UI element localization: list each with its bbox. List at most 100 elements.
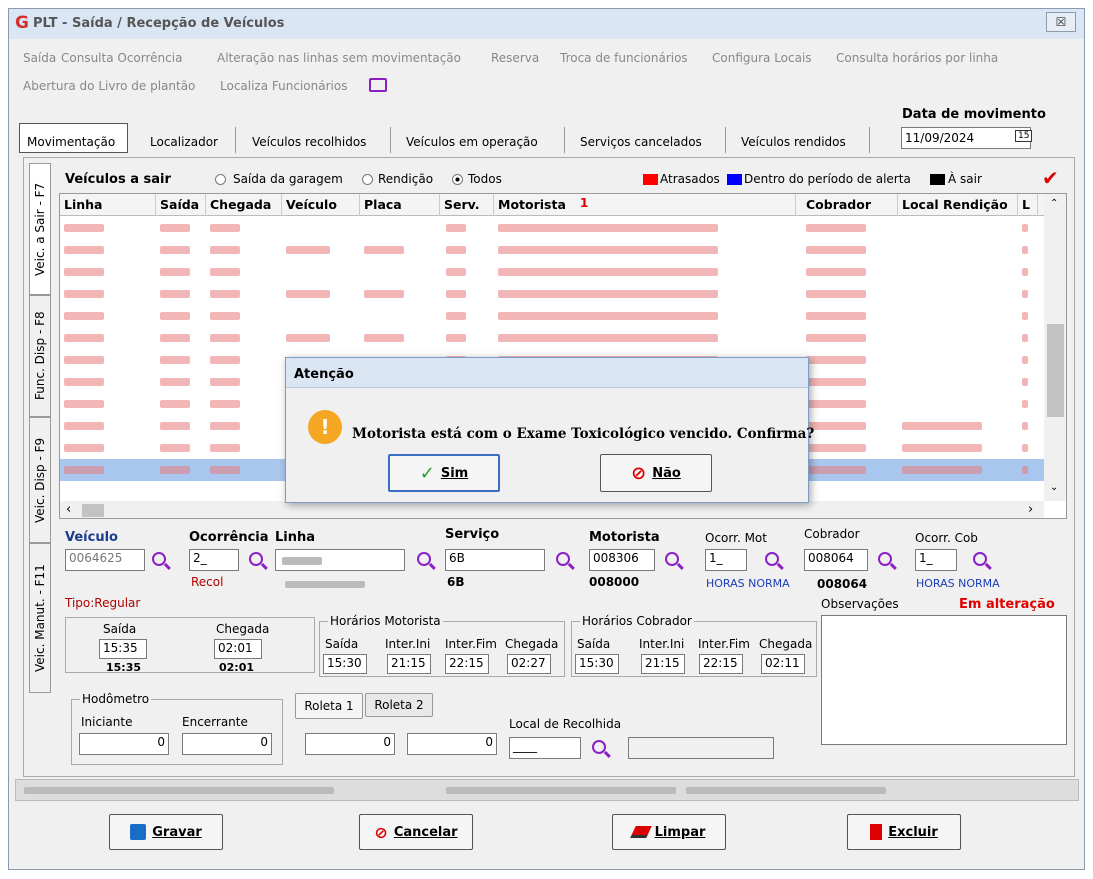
tab-servicos-cancelados[interactable]: Serviços cancelados	[580, 135, 702, 149]
ocorr-mot-search-icon[interactable]	[765, 552, 779, 566]
radio-todos[interactable]	[452, 174, 463, 185]
scroll-right-icon[interactable]: ›	[1028, 502, 1033, 517]
hm-fim-field[interactable]: 22:15	[445, 654, 489, 674]
side-tab-veic-sair[interactable]: Veic. a Sair - F7	[29, 163, 51, 295]
data-movimento-field[interactable]: 11/09/2024	[901, 127, 1031, 149]
veiculo-search-icon[interactable]	[152, 552, 166, 566]
radio-rendicao[interactable]	[362, 174, 373, 185]
side-tab-veic-manut[interactable]: Veic. Manut. - F11	[29, 543, 51, 693]
table-row[interactable]	[60, 217, 1066, 239]
radio-rendicao-label[interactable]: Rendição	[378, 172, 433, 186]
scroll-left-icon[interactable]: ‹	[66, 502, 71, 517]
tab-veiculos-operacao[interactable]: Veículos em operação	[406, 135, 538, 149]
menu-troca-funcionarios[interactable]: Troca de funcionários	[560, 51, 688, 65]
radio-todos-label[interactable]: Todos	[468, 172, 502, 186]
roleta1-button[interactable]: Roleta 1	[295, 693, 363, 719]
tab-veiculos-recolhidos[interactable]: Veículos recolhidos	[252, 135, 366, 149]
menu-alteracao-linhas[interactable]: Alteração nas linhas sem movimentação	[217, 51, 461, 65]
cancelar-button[interactable]: ⊘ Cancelar	[359, 814, 473, 850]
scroll-thumb[interactable]	[1047, 324, 1064, 417]
table-row[interactable]	[60, 239, 1066, 261]
hc-saida-field[interactable]: 15:30	[575, 654, 619, 674]
col-cobrador[interactable]: Cobrador	[802, 194, 898, 216]
table-row[interactable]	[60, 283, 1066, 305]
side-tab-func-disp-label: Func. Disp - F8	[33, 311, 47, 401]
tab-localizador[interactable]: Localizador	[150, 135, 218, 149]
ocorrencia-search-icon[interactable]	[249, 552, 263, 566]
motorista-search-icon[interactable]	[665, 552, 679, 566]
saida-field[interactable]: 15:35	[99, 639, 147, 659]
linha-search-icon[interactable]	[417, 552, 431, 566]
limpar-button[interactable]: Limpar	[612, 814, 726, 850]
roleta1-field[interactable]: 0	[305, 733, 395, 755]
gravar-button[interactable]: Gravar	[109, 814, 223, 850]
hscroll-thumb[interactable]	[82, 504, 104, 517]
col-placa[interactable]: Placa	[360, 194, 440, 216]
motorista-field[interactable]: 008306	[589, 549, 655, 571]
hm-saida-field[interactable]: 15:30	[323, 654, 367, 674]
redacted-cell	[64, 466, 104, 474]
col-motorista[interactable]: Motorista	[494, 194, 796, 216]
redacted-cell	[902, 444, 982, 452]
menu-consulta-ocorrencia[interactable]: Consulta Ocorrência	[61, 51, 182, 65]
sim-button[interactable]: ✓ Sim	[388, 454, 500, 492]
iniciante-field[interactable]: 0	[79, 733, 169, 755]
ocorr-mot-field[interactable]: 1_	[705, 549, 747, 571]
veiculo-field[interactable]: 0064625	[65, 549, 145, 571]
side-tab-veic-disp[interactable]: Veic. Disp - F9	[29, 417, 51, 543]
tab-veiculos-rendidos[interactable]: Veículos rendidos	[741, 135, 846, 149]
menu-abertura-livro[interactable]: Abertura do Livro de plantão	[23, 79, 195, 93]
radio-saida[interactable]	[215, 174, 226, 185]
observacoes-field[interactable]	[821, 615, 1067, 745]
close-button[interactable]: ☒	[1046, 12, 1076, 32]
menu-saida[interactable]: Saída	[23, 51, 56, 65]
calendar-icon[interactable]: 15	[1015, 130, 1033, 142]
cobrador-field[interactable]: 008064	[804, 549, 868, 571]
ocorrencia-field[interactable]: 2_	[189, 549, 239, 571]
local-recolhida-field[interactable]: ____	[509, 737, 581, 759]
servico-field[interactable]: 6B	[445, 549, 545, 571]
chegada-field[interactable]: 02:01	[214, 639, 262, 659]
cobrador-search-icon[interactable]	[878, 552, 892, 566]
scroll-down-icon[interactable]: ⌄	[1050, 482, 1058, 493]
hm-ini-field[interactable]: 21:15	[387, 654, 431, 674]
col-saida[interactable]: Saída	[156, 194, 206, 216]
ocorr-cob-search-icon[interactable]	[973, 552, 987, 566]
roleta2-field[interactable]: 0	[407, 733, 497, 755]
col-l[interactable]: L	[1018, 194, 1038, 216]
horizontal-scrollbar[interactable]	[60, 501, 1044, 518]
col-local-rendicao[interactable]: Local Rendição	[898, 194, 1018, 216]
radio-saida-label[interactable]: Saída da garagem	[233, 172, 343, 186]
hc-fim-field[interactable]: 22:15	[699, 654, 743, 674]
encerrante-field[interactable]: 0	[182, 733, 272, 755]
excluir-button[interactable]: Excluir	[847, 814, 961, 850]
hc-chegada-field[interactable]: 02:11	[761, 654, 805, 674]
chat-icon[interactable]	[369, 78, 387, 92]
col-veiculo[interactable]: Veículo	[282, 194, 360, 216]
table-row[interactable]	[60, 327, 1066, 349]
hm-chegada-field[interactable]: 02:27	[507, 654, 551, 674]
scroll-up-icon[interactable]: ⌃	[1050, 198, 1058, 209]
nao-button[interactable]: ⊘ Não	[600, 454, 712, 492]
table-row[interactable]	[60, 261, 1066, 283]
menu-consulta-horarios[interactable]: Consulta horários por linha	[836, 51, 998, 65]
menu-configura-locais[interactable]: Configura Locais	[712, 51, 812, 65]
menu-reserva[interactable]: Reserva	[491, 51, 539, 65]
tab-movimentacao-label[interactable]: Movimentação	[27, 135, 115, 149]
sim-label: Sim	[440, 465, 469, 481]
linha-field[interactable]	[275, 549, 405, 571]
limpar-label: Limpar	[654, 824, 706, 840]
cancelar-label: Cancelar	[393, 824, 458, 840]
table-row[interactable]	[60, 305, 1066, 327]
ocorr-cob-field[interactable]: 1_	[915, 549, 957, 571]
hc-ini-field[interactable]: 21:15	[641, 654, 685, 674]
servico-search-icon[interactable]	[556, 552, 570, 566]
local-search-icon[interactable]	[592, 740, 606, 754]
menu-localiza-funcionarios[interactable]: Localiza Funcionários	[220, 79, 347, 93]
checkmark-icon[interactable]: ✔	[1042, 166, 1059, 190]
col-linha[interactable]: Linha	[60, 194, 156, 216]
side-tab-func-disp[interactable]: Func. Disp - F8	[29, 295, 51, 417]
col-serv[interactable]: Serv.	[440, 194, 494, 216]
roleta2-button[interactable]: Roleta 2	[365, 693, 433, 717]
col-chegada[interactable]: Chegada	[206, 194, 282, 216]
